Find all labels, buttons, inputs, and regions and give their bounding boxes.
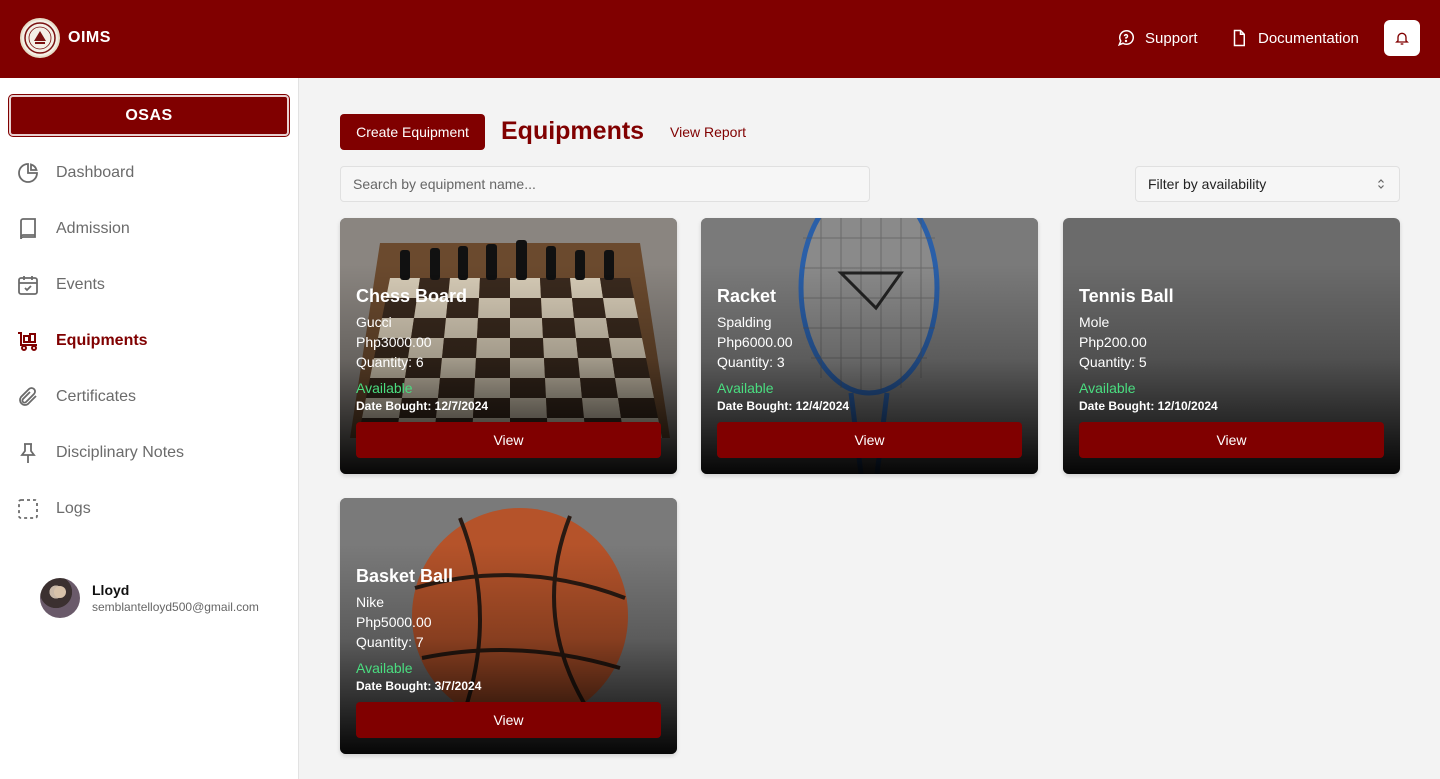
view-button[interactable]: View — [1079, 422, 1384, 458]
sidebar-item-disciplinary-notes[interactable]: Disciplinary Notes — [16, 438, 184, 468]
view-button[interactable]: View — [717, 422, 1022, 458]
bell-icon — [1395, 32, 1409, 45]
filter-label: Filter by availability — [1148, 176, 1267, 192]
view-button[interactable]: View — [356, 422, 661, 458]
equipment-card: Basket Ball Nike Php5000.00 Quantity: 7 … — [340, 498, 677, 754]
chevron-up-down-icon — [1378, 179, 1384, 189]
sidebar-item-label: Admission — [56, 220, 130, 237]
date-bought: Date Bought: 3/7/2024 — [356, 679, 482, 693]
paperclip-icon — [19, 387, 37, 406]
equipment-quantity: Quantity: 5 — [1079, 354, 1147, 370]
documentation-link[interactable]: Documentation — [1230, 29, 1359, 47]
pie-chart-icon — [18, 163, 38, 183]
availability-filter-select[interactable]: Filter by availability — [1135, 166, 1400, 202]
dashed-square-icon — [18, 499, 38, 519]
status-badge: Available — [356, 380, 413, 396]
top-bar: OIMS Support Documentation — [0, 0, 1440, 78]
view-button[interactable]: View — [356, 702, 661, 738]
pin-icon — [20, 443, 36, 463]
equipment-name: Racket — [717, 286, 777, 306]
sidebar-item-label: Equipments — [56, 332, 148, 349]
app-name: OIMS — [68, 29, 111, 46]
equipment-price: Php200.00 — [1079, 334, 1147, 350]
notifications-button[interactable] — [1384, 20, 1420, 56]
sidebar-item-label: Certificates — [56, 388, 137, 405]
sidebar-item-certificates[interactable]: Certificates — [16, 382, 136, 412]
user-name: Lloyd — [92, 582, 130, 598]
equipment-price: Php3000.00 — [356, 334, 432, 350]
support-label: Support — [1145, 29, 1198, 47]
sidebar-item-label: Disciplinary Notes — [56, 444, 185, 461]
documentation-label: Documentation — [1258, 29, 1359, 47]
page-title: Equipments — [501, 117, 645, 145]
equipment-price: Php5000.00 — [356, 614, 432, 630]
status-badge: Available — [717, 380, 774, 396]
status-badge: Available — [1079, 380, 1136, 396]
sidebar-item-events[interactable]: Events — [16, 270, 105, 300]
book-icon — [20, 218, 36, 240]
sidebar-item-label: Events — [56, 276, 105, 293]
sidebar: OSAS Dashboard Admission Events Equipmen… — [0, 78, 299, 779]
equipment-brand: Mole — [1079, 314, 1110, 330]
org-selector-button[interactable]: OSAS — [9, 95, 289, 136]
equipment-brand: Spalding — [717, 314, 772, 330]
equipment-name: Tennis Ball — [1079, 286, 1174, 306]
search-input[interactable] — [340, 166, 870, 202]
equipment-name: Basket Ball — [356, 566, 454, 586]
equipment-brand: Nike — [356, 594, 385, 610]
equipment-quantity: Quantity: 3 — [717, 354, 785, 370]
document-icon — [1233, 29, 1245, 47]
user-email: semblantelloyd500@gmail.com — [92, 600, 259, 614]
equipment-card: Chess Board Gucci Php3000.00 Quantity: 6… — [340, 218, 677, 474]
sidebar-item-label: Dashboard — [56, 164, 135, 181]
status-badge: Available — [356, 660, 413, 676]
sidebar-item-equipments[interactable]: Equipments — [16, 326, 148, 356]
school-seal-logo[interactable] — [20, 18, 60, 58]
sidebar-item-admission[interactable]: Admission — [16, 214, 130, 244]
date-bought: Date Bought: 12/10/2024 — [1079, 399, 1218, 413]
sidebar-item-dashboard[interactable]: Dashboard — [16, 158, 134, 188]
cart-icon — [18, 332, 37, 351]
equipment-brand: Gucci — [356, 314, 392, 330]
equipment-card: Racket Spalding Php6000.00 Quantity: 3 A… — [701, 218, 1038, 474]
sidebar-item-logs[interactable]: Logs — [16, 494, 91, 524]
avatar — [40, 578, 80, 618]
create-equipment-button[interactable]: Create Equipment — [340, 114, 485, 150]
equipment-price: Php6000.00 — [717, 334, 793, 350]
chat-help-icon — [1117, 29, 1135, 47]
view-report-link[interactable]: View Report — [670, 124, 746, 140]
equipment-name: Chess Board — [356, 286, 468, 306]
date-bought: Date Bought: 12/4/2024 — [717, 399, 850, 413]
equipment-quantity: Quantity: 7 — [356, 634, 424, 650]
date-bought: Date Bought: 12/7/2024 — [356, 399, 489, 413]
sidebar-item-label: Logs — [56, 500, 91, 517]
support-link[interactable]: Support — [1117, 29, 1198, 47]
seal-icon — [24, 22, 56, 54]
equipment-quantity: Quantity: 6 — [356, 354, 424, 370]
user-profile[interactable]: Lloyd semblantelloyd500@gmail.com — [40, 578, 259, 618]
equipment-card: Tennis Ball Mole Php200.00 Quantity: 5 A… — [1063, 218, 1400, 474]
calendar-check-icon — [18, 276, 38, 295]
